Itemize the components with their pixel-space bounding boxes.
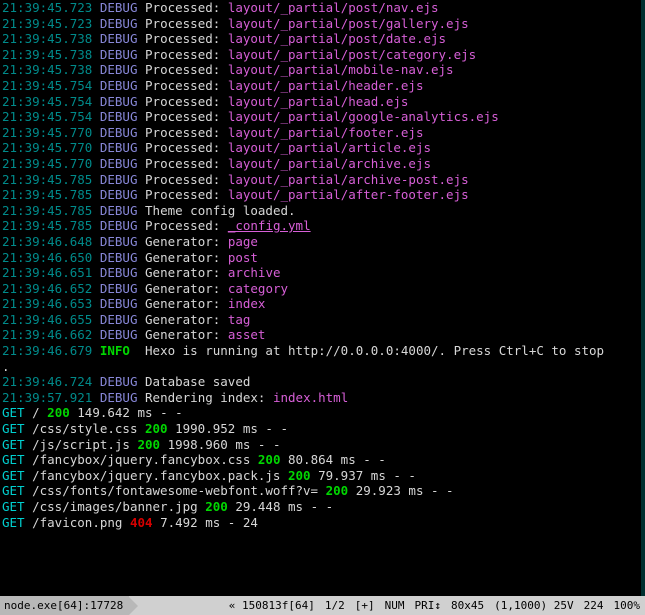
log-line: 21:39:45.754 DEBUG Processed: layout/_pa… — [2, 109, 643, 125]
log-line: 21:39:45.785 DEBUG Processed: layout/_pa… — [2, 172, 643, 188]
log-line: 21:39:46.652 DEBUG Generator: category — [2, 281, 643, 297]
log-line: 21:39:57.921 DEBUG Rendering index: inde… — [2, 390, 643, 406]
log-line: 21:39:45.770 DEBUG Processed: layout/_pa… — [2, 140, 643, 156]
log-line: 21:39:45.738 DEBUG Processed: layout/_pa… — [2, 62, 643, 78]
log-line: . — [2, 359, 643, 375]
log-line: 21:39:46.655 DEBUG Generator: tag — [2, 312, 643, 328]
log-line: 21:39:46.724 DEBUG Database saved — [2, 374, 643, 390]
log-line: 21:39:46.653 DEBUG Generator: index — [2, 296, 643, 312]
status-cell: « 150813f[64] — [224, 596, 320, 615]
status-cell: (1,1000) 25V — [489, 596, 578, 615]
status-cell: 224 — [579, 596, 609, 615]
log-line: 21:39:45.738 DEBUG Processed: layout/_pa… — [2, 31, 643, 47]
http-line: GET /css/style.css 200 1990.952 ms - - — [2, 421, 643, 437]
log-line: 21:39:46.648 DEBUG Generator: page — [2, 234, 643, 250]
http-line: GET /css/fonts/fontawesome-webfont.woff?… — [2, 483, 643, 499]
log-line: 21:39:45.723 DEBUG Processed: layout/_pa… — [2, 16, 643, 32]
http-line: GET /css/images/banner.jpg 200 29.448 ms… — [2, 499, 643, 515]
status-cell: PRI↕ — [410, 596, 447, 615]
log-line: 21:39:45.723 DEBUG Processed: layout/_pa… — [2, 0, 643, 16]
log-line: 21:39:45.754 DEBUG Processed: layout/_pa… — [2, 94, 643, 110]
status-cell: 80x45 — [446, 596, 489, 615]
http-line: GET /favicon.png 404 7.492 ms - 24 — [2, 515, 643, 531]
terminal-output[interactable]: 21:39:45.723 DEBUG Processed: layout/_pa… — [0, 0, 643, 596]
status-bar: node.exe[64]:17728 « 150813f[64] 1/2 [+]… — [0, 596, 645, 615]
status-cell: 1/2 — [320, 596, 350, 615]
log-line: 21:39:46.650 DEBUG Generator: post — [2, 250, 643, 266]
status-cell: [+] — [350, 596, 380, 615]
log-line: 21:39:46.651 DEBUG Generator: archive — [2, 265, 643, 281]
log-line: 21:39:45.785 DEBUG Processed: layout/_pa… — [2, 187, 643, 203]
log-line: 21:39:45.738 DEBUG Processed: layout/_pa… — [2, 47, 643, 63]
status-left: node.exe[64]:17728 — [0, 596, 129, 615]
scrollbar[interactable] — [641, 0, 645, 596]
status-separator-icon — [129, 597, 138, 615]
http-line: GET /fancybox/jquery.fancybox.pack.js 20… — [2, 468, 643, 484]
status-cell: NUM — [380, 596, 410, 615]
status-cell: 100% — [609, 596, 645, 615]
http-line: GET /js/script.js 200 1998.960 ms - - — [2, 437, 643, 453]
log-line: 21:39:46.679 INFO Hexo is running at htt… — [2, 343, 643, 359]
http-line: GET / 200 149.642 ms - - — [2, 405, 643, 421]
log-line: 21:39:45.770 DEBUG Processed: layout/_pa… — [2, 156, 643, 172]
log-line: 21:39:45.754 DEBUG Processed: layout/_pa… — [2, 78, 643, 94]
log-line: 21:39:45.785 DEBUG Theme config loaded. — [2, 203, 643, 219]
log-line: 21:39:46.662 DEBUG Generator: asset — [2, 327, 643, 343]
log-line: 21:39:45.785 DEBUG Processed: _config.ym… — [2, 218, 643, 234]
log-line: 21:39:45.770 DEBUG Processed: layout/_pa… — [2, 125, 643, 141]
http-line: GET /fancybox/jquery.fancybox.css 200 80… — [2, 452, 643, 468]
